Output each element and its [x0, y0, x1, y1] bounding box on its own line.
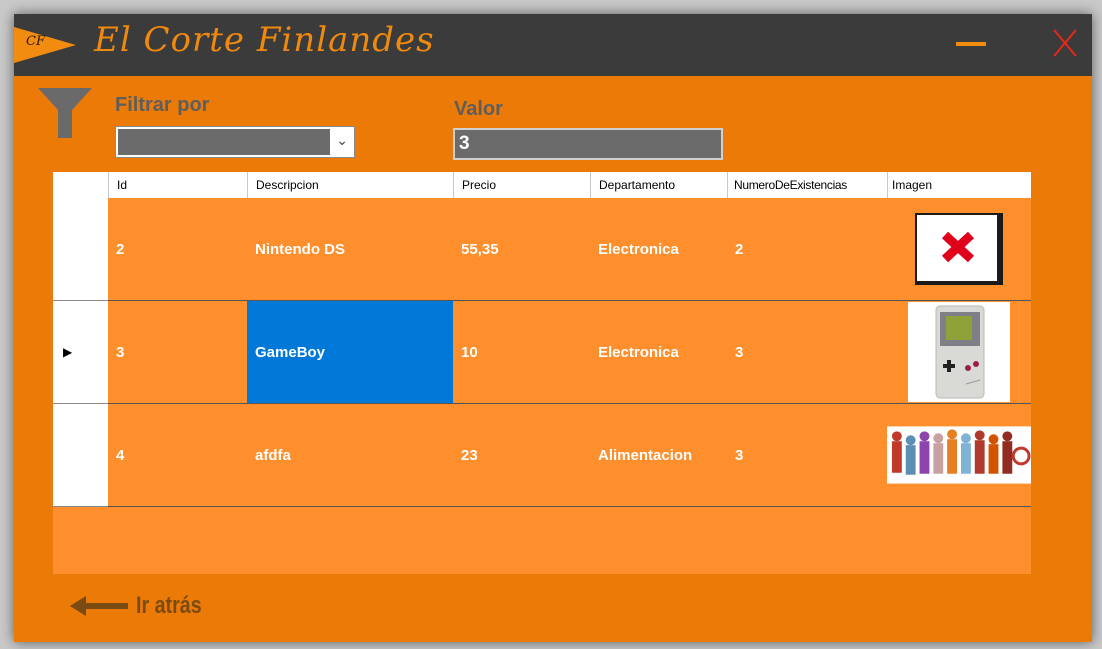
cell-precio[interactable]: 10 — [453, 301, 590, 403]
cell-precio[interactable]: 23 — [453, 404, 590, 506]
table-row[interactable]: 3 GameBoy 10 Electronica 3 — [108, 301, 1031, 404]
close-button[interactable] — [1050, 28, 1080, 58]
column-header-precio[interactable]: Precio — [453, 172, 590, 198]
table-row[interactable]: 4 afdfa 23 Alimentacion 3 — [108, 404, 1031, 507]
filter-by-label: Filtrar por — [115, 94, 210, 116]
column-header-id[interactable]: Id — [108, 172, 247, 198]
column-header-numerodeexistencias[interactable]: NumeroDeExistencias — [727, 172, 887, 198]
cell-id[interactable]: 4 — [108, 404, 247, 506]
value-label: Valor — [454, 98, 503, 120]
cell-imagen[interactable] — [887, 404, 1031, 506]
column-header-imagen[interactable]: Imagen — [887, 172, 1031, 198]
cell-imagen[interactable] — [887, 301, 1031, 403]
cell-imagen[interactable] — [887, 198, 1031, 300]
back-button[interactable]: Ir atrás — [70, 592, 216, 620]
row-header[interactable] — [53, 198, 108, 301]
grid-header-row: Id Descripcion Precio Departamento Numer… — [53, 172, 1031, 198]
app-title: El Corte Finlandes — [94, 20, 435, 60]
row-header-corner — [53, 172, 108, 198]
minimize-button[interactable] — [956, 42, 986, 46]
filter-by-select-value — [118, 129, 330, 155]
back-button-label: Ir atrás — [136, 592, 202, 619]
value-input[interactable] — [453, 128, 723, 160]
cell-existencias[interactable]: 3 — [727, 301, 887, 403]
filter-icon — [38, 88, 92, 138]
missing-image-icon — [915, 213, 1003, 285]
cell-id[interactable]: 2 — [108, 198, 247, 300]
current-row-pointer-icon: ▶ — [63, 345, 73, 359]
cell-departamento[interactable]: Electronica — [590, 301, 727, 403]
app-logo — [14, 27, 76, 63]
cell-descripcion[interactable]: afdfa — [247, 404, 453, 506]
cell-existencias[interactable]: 2 — [727, 198, 887, 300]
app-window: CF El Corte Finlandes Filtrar por ⌄ Valo… — [14, 14, 1092, 642]
row-header[interactable]: ▶ — [53, 301, 108, 404]
filter-by-select[interactable]: ⌄ — [115, 126, 355, 158]
chevron-down-icon[interactable]: ⌄ — [336, 132, 348, 149]
title-bar[interactable]: CF El Corte Finlandes — [14, 14, 1092, 76]
column-header-descripcion[interactable]: Descripcion — [247, 172, 453, 198]
cell-descripcion-selected[interactable]: GameBoy — [247, 301, 453, 403]
cell-departamento[interactable]: Electronica — [590, 198, 727, 300]
gameboy-image — [908, 302, 1010, 402]
cell-precio[interactable]: 55,35 — [453, 198, 590, 300]
people-silhouettes-image — [887, 426, 1031, 484]
products-grid[interactable]: Id Descripcion Precio Departamento Numer… — [53, 172, 1031, 574]
cell-departamento[interactable]: Alimentacion — [590, 404, 727, 506]
cell-descripcion[interactable]: Nintendo DS — [247, 198, 453, 300]
column-header-departamento[interactable]: Departamento — [590, 172, 727, 198]
row-header[interactable] — [53, 404, 108, 507]
cell-existencias[interactable]: 3 — [727, 404, 887, 506]
app-logo-text: CF — [26, 34, 45, 49]
cell-id[interactable]: 3 — [108, 301, 247, 403]
arrow-left-icon — [70, 596, 128, 616]
table-row[interactable]: 2 Nintendo DS 55,35 Electronica 2 — [108, 198, 1031, 301]
